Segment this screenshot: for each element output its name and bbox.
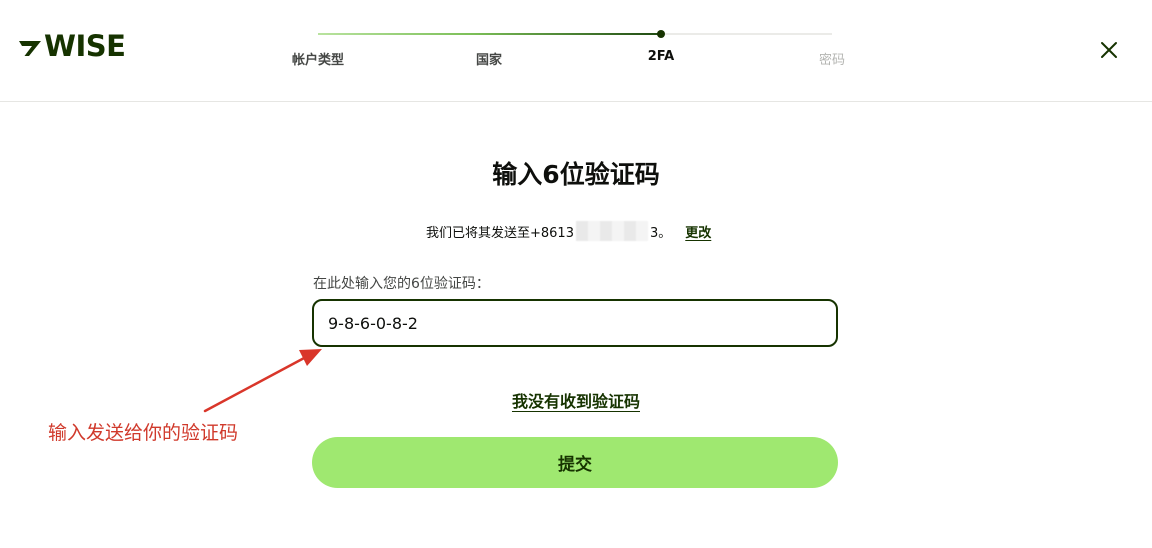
wise-logo[interactable]: WISE xyxy=(17,29,126,63)
page-title: 输入6位验证码 xyxy=(492,160,660,189)
close-icon xyxy=(1101,42,1117,58)
top-header: WISE 帐户类型 国家 2FA 密码 xyxy=(0,0,1152,102)
sent-prefix-text: 我们已将其发送至+8613 xyxy=(426,225,574,241)
verification-code-input[interactable] xyxy=(312,299,838,347)
annotation-label: 输入发送给你的验证码 xyxy=(48,422,239,444)
stepper-current-dot xyxy=(657,30,665,38)
close-button[interactable] xyxy=(1098,39,1120,61)
code-field-label: 在此处输入您的6位验证码： xyxy=(313,276,490,292)
stepper-progress xyxy=(318,33,661,35)
change-phone-link[interactable]: 更改 xyxy=(685,222,711,241)
logo-wordmark: WISE xyxy=(44,29,126,63)
no-code-link-row: 我没有收到验证码 xyxy=(0,388,1152,412)
step-password: 密码 xyxy=(818,53,846,68)
submit-button[interactable]: 提交 xyxy=(312,437,838,488)
step-account-type: 帐户类型 xyxy=(291,53,345,68)
step-country: 国家 xyxy=(475,53,503,68)
redacted-phone xyxy=(575,221,648,241)
step-2fa: 2FA xyxy=(647,49,675,64)
did-not-receive-code-link[interactable]: 我没有收到验证码 xyxy=(512,392,640,411)
wise-flag-icon xyxy=(19,41,41,56)
sent-suffix-text: 3。 xyxy=(649,225,672,241)
sent-to-row: 我们已将其发送至+8613 3。 更改 xyxy=(426,221,711,241)
